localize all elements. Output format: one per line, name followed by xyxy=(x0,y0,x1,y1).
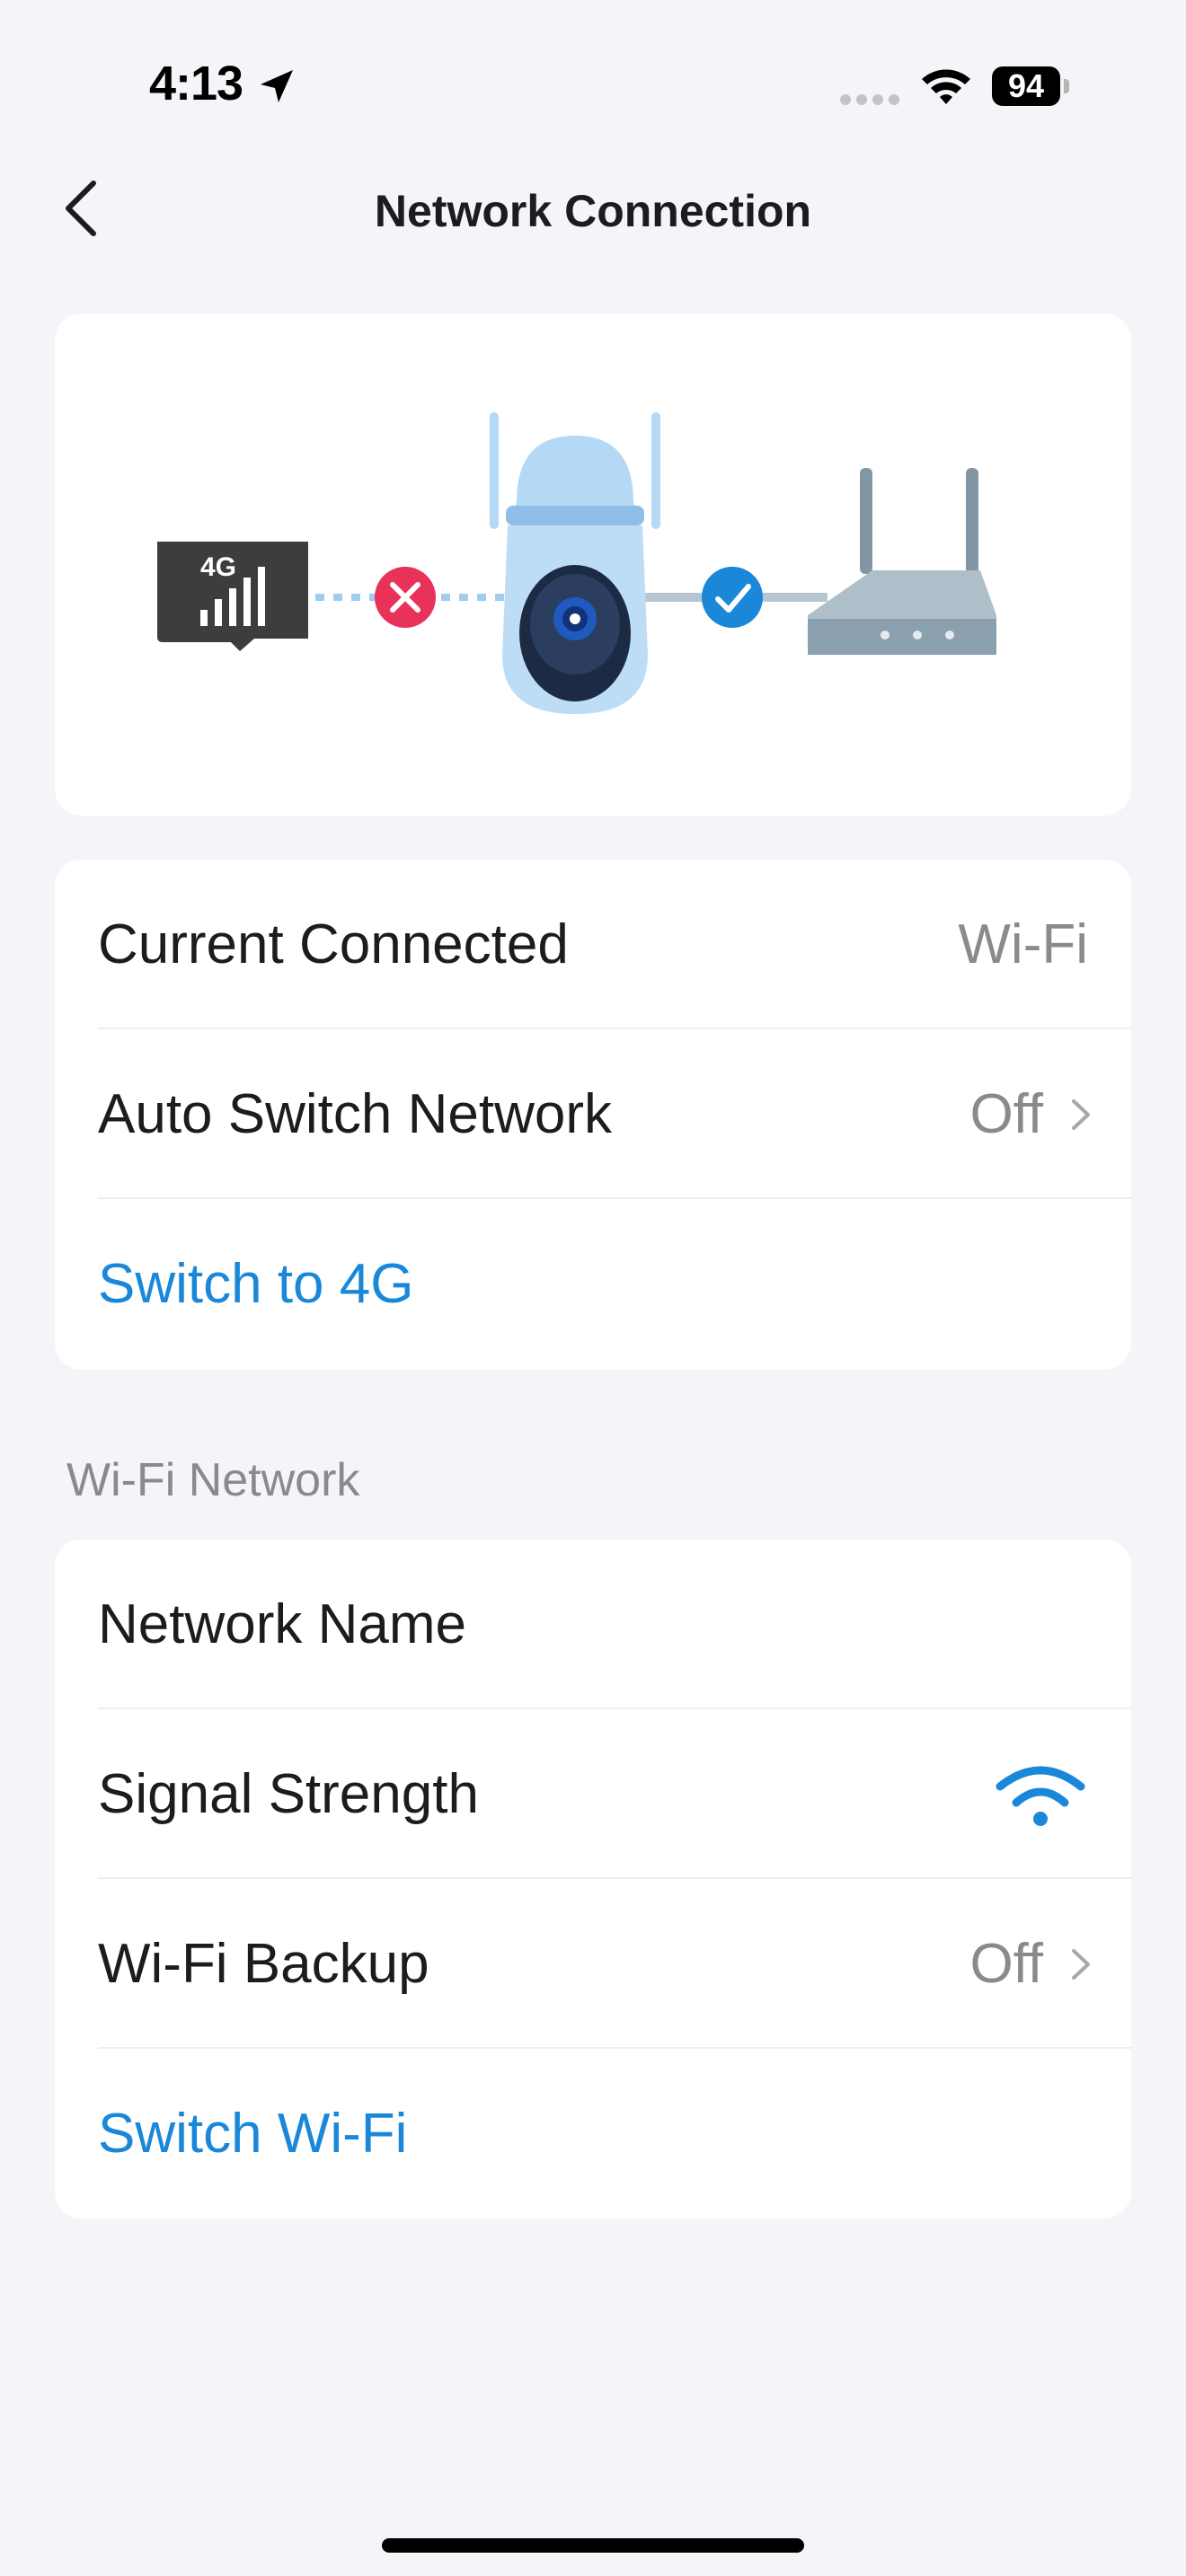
status-time: 4:13 xyxy=(149,57,243,110)
wifi-backup-label: Wi-Fi Backup xyxy=(98,1933,429,1995)
wifi-network-card: Network Name Signal Strength Wi-Fi Backu… xyxy=(55,1539,1131,2219)
wifi-signal-icon xyxy=(996,1766,1085,1826)
network-name-label: Network Name xyxy=(98,1593,466,1655)
error-x-icon xyxy=(375,567,436,628)
check-icon xyxy=(702,567,763,628)
sd-card-label: 4G xyxy=(200,552,236,582)
wifi-backup-row[interactable]: Wi-Fi Backup Off xyxy=(55,1879,1131,2049)
current-connected-row: Current Connected Wi-Fi xyxy=(55,860,1131,1029)
home-indicator[interactable] xyxy=(382,2538,804,2553)
wifi-backup-value: Off xyxy=(969,1933,1043,1995)
auto-switch-network-row[interactable]: Auto Switch Network Off xyxy=(55,1029,1131,1199)
network-diagram: 4G xyxy=(157,412,996,714)
auto-switch-network-label: Auto Switch Network xyxy=(98,1083,612,1145)
camera-icon xyxy=(490,412,660,714)
auto-switch-network-value: Off xyxy=(969,1083,1043,1145)
cellular-signal-icon xyxy=(840,94,899,105)
battery-cap xyxy=(1064,79,1069,93)
connection-status-card: Current Connected Wi-Fi Auto Switch Netw… xyxy=(55,860,1131,1370)
sd-card-4g-icon: 4G xyxy=(157,542,308,651)
switch-to-4g-button[interactable]: Switch to 4G xyxy=(98,1199,413,1369)
network-illustration-card: 4G xyxy=(55,313,1131,816)
chevron-right-icon xyxy=(1072,1949,1090,1980)
chevron-right-icon xyxy=(1072,1099,1090,1130)
router-icon xyxy=(808,468,996,655)
wifi-icon xyxy=(922,69,970,104)
signal-strength-row: Signal Strength xyxy=(55,1709,1131,1879)
signal-strength-label: Signal Strength xyxy=(98,1763,479,1825)
switch-wifi-button[interactable]: Switch Wi-Fi xyxy=(98,2049,407,2219)
current-connected-value: Wi-Fi xyxy=(958,913,1088,975)
page-title: Network Connection xyxy=(374,186,812,236)
wifi-network-section-header: Wi-Fi Network xyxy=(66,1454,360,1506)
switch-to-4g-row[interactable]: Switch to 4G xyxy=(55,1199,1131,1369)
battery-indicator: 94 xyxy=(992,66,1060,106)
current-connected-label: Current Connected xyxy=(98,913,569,975)
status-bar: 4:13 94 xyxy=(0,0,1186,171)
switch-wifi-row[interactable]: Switch Wi-Fi xyxy=(55,2049,1131,2219)
network-name-row: Network Name xyxy=(55,1539,1131,1709)
location-arrow-icon xyxy=(261,70,293,102)
